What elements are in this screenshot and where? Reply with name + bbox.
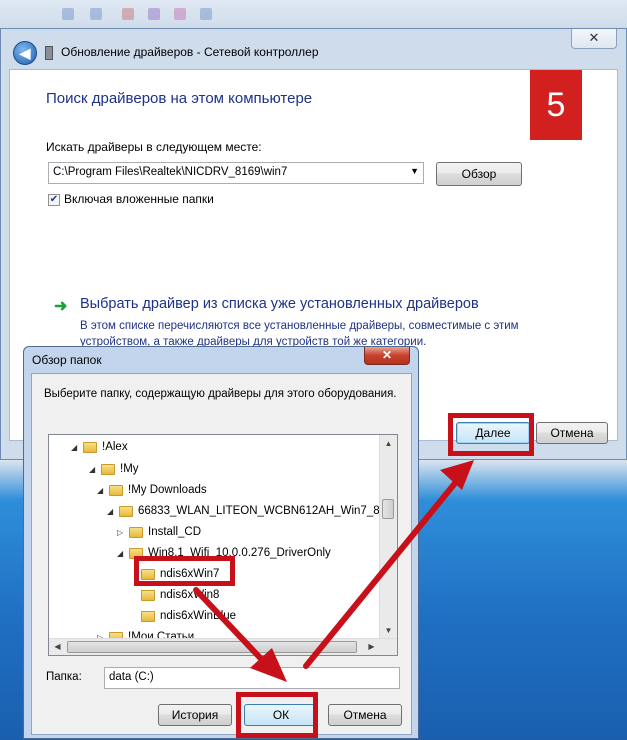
folder-icon <box>129 526 143 538</box>
tree-expander-icon[interactable]: ◢ <box>117 549 129 558</box>
folder-tree[interactable]: ◢ !Alex ◢ !My ◢ !My Downloads ◢ 66833_WLAN_L… <box>48 434 398 656</box>
folder-input[interactable]: data (C:) <box>104 667 400 689</box>
page-heading: Поиск драйверов на этом компьютере <box>46 90 313 107</box>
window-title: Обновление драйверов - Сетевой контролле… <box>61 45 319 59</box>
dialog-cancel-button[interactable]: Отмена <box>328 704 402 726</box>
driver-path-combobox[interactable]: C:\Program Files\Realtek\NICDRV_8169\win… <box>48 162 424 184</box>
green-arrow-icon: ➜ <box>54 298 68 315</box>
horizontal-scrollbar[interactable]: ◀ ▶ <box>49 638 397 655</box>
browse-folder-dialog: Обзор папок ✕ Выберите папку, содержащую… <box>23 346 419 739</box>
tree-item-label: Install_CD <box>148 526 202 538</box>
tree-item[interactable]: ◢ !My <box>89 463 139 483</box>
dropdown-arrow-icon[interactable]: ▼ <box>410 166 419 176</box>
background-toolbar-icon <box>148 8 160 20</box>
tree-item-label: ndis6xWinBlue <box>160 610 237 622</box>
folder-icon <box>141 610 155 622</box>
background-window-strip <box>0 0 627 30</box>
folder-field-label: Папка: <box>46 671 82 683</box>
vertical-scrollbar[interactable]: ▲ ▼ <box>379 435 397 639</box>
step-number-badge: 5 <box>530 70 582 140</box>
folder-icon <box>101 463 115 475</box>
dialog-body: Выберите папку, содержащую драйверы для … <box>31 373 412 735</box>
tree-item[interactable]: ▷ Install_CD <box>117 526 201 546</box>
scroll-right-icon[interactable]: ▶ <box>363 639 380 655</box>
tree-item-label: !My Downloads <box>128 484 207 496</box>
window-close-button[interactable]: ✕ <box>571 29 617 49</box>
tree-item[interactable]: ◢ !Alex <box>71 441 128 461</box>
tree-item-label: !My <box>120 463 139 475</box>
tree-expander-icon[interactable]: ◢ <box>71 443 83 452</box>
include-subfolders-checkbox[interactable]: ✔ <box>48 194 60 206</box>
highlight-selected-folder <box>134 556 235 586</box>
search-location-label: Искать драйверы в следующем месте: <box>46 140 262 154</box>
history-button[interactable]: История <box>158 704 232 726</box>
dialog-title: Обзор папок <box>32 353 102 367</box>
tree-expander-icon[interactable]: ◢ <box>97 486 109 495</box>
tree-item[interactable]: ◢ 66833_WLAN_LITEON_WCBN612AH_Win7_81_ <box>107 505 392 525</box>
tree-expander-icon[interactable]: ▷ <box>117 528 129 537</box>
folder-icon <box>109 484 123 496</box>
background-toolbar-icon <box>62 8 74 20</box>
background-toolbar-icon <box>200 8 212 20</box>
background-toolbar-icon <box>90 8 102 20</box>
dialog-description: Выберите папку, содержащую драйверы для … <box>44 388 397 400</box>
pick-from-list-link[interactable]: Выбрать драйвер из списка уже установлен… <box>80 296 479 312</box>
background-toolbar-icon <box>122 8 134 20</box>
wizard-cancel-button[interactable]: Отмена <box>536 422 608 444</box>
back-arrow-icon[interactable]: ◀ <box>13 41 37 65</box>
scroll-down-icon[interactable]: ▼ <box>380 622 397 639</box>
folder-icon <box>83 441 97 453</box>
highlight-next-button <box>448 413 534 456</box>
vertical-scroll-thumb[interactable] <box>382 499 394 519</box>
folder-icon <box>141 589 155 601</box>
scroll-up-icon[interactable]: ▲ <box>380 435 397 452</box>
highlight-ok-button <box>236 692 318 738</box>
tree-item[interactable]: ◢ !My Downloads <box>97 484 207 504</box>
include-subfolders-label[interactable]: Включая вложенные папки <box>64 192 214 206</box>
tree-expander-icon[interactable]: ◢ <box>107 507 119 516</box>
folder-icon <box>119 505 133 517</box>
driver-path-value: C:\Program Files\Realtek\NICDRV_8169\win… <box>53 166 288 178</box>
tree-item-label: 66833_WLAN_LITEON_WCBN612AH_Win7_81_ <box>138 505 393 517</box>
tree-item[interactable]: ndis6xWinBlue <box>129 610 236 630</box>
dialog-close-button[interactable]: ✕ <box>364 347 410 365</box>
tree-expander-icon[interactable]: ◢ <box>89 465 101 474</box>
tree-item[interactable]: ndis6xWin8 <box>129 589 219 609</box>
horizontal-scroll-thumb[interactable] <box>67 641 357 653</box>
tree-item-label: !Alex <box>102 441 128 453</box>
scroll-left-icon[interactable]: ◀ <box>49 639 66 655</box>
tree-item-label: ndis6xWin8 <box>160 589 220 601</box>
browse-button[interactable]: Обзор <box>436 162 522 186</box>
background-toolbar-icon <box>174 8 186 20</box>
network-device-icon <box>45 46 53 60</box>
